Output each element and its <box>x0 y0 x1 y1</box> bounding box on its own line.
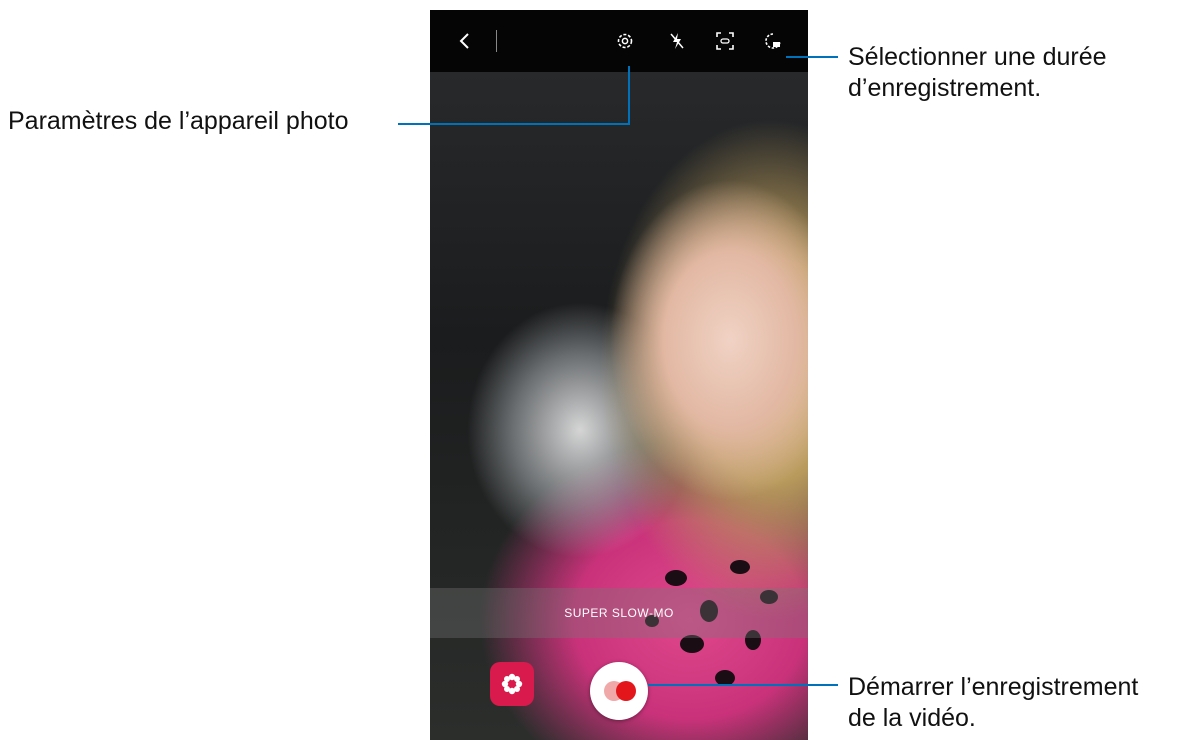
callout-duration-line2: d’enregistrement. <box>848 74 1042 102</box>
callout-duration-line1: Sélectionner une durée <box>848 43 1107 71</box>
callout-start-recording: Démarrer l’enregistrement de la vidéo. <box>848 672 1138 734</box>
callout-record-line2: de la vidéo. <box>848 704 976 732</box>
record-button[interactable] <box>590 662 648 720</box>
flash-off-icon[interactable] <box>664 28 690 54</box>
camera-screen: SUPER SLOW-MO <box>430 10 808 740</box>
effects-button[interactable] <box>490 662 534 706</box>
callout-line-settings-v <box>628 66 630 125</box>
auto-detect-icon[interactable] <box>712 28 738 54</box>
flower-icon <box>501 673 523 695</box>
callout-camera-settings: Paramètres de l’appareil photo <box>8 107 349 135</box>
camera-top-bar <box>430 10 808 72</box>
callout-line-settings-h <box>398 123 630 125</box>
duration-timer-icon[interactable] <box>760 28 786 54</box>
top-bar-divider <box>496 30 497 52</box>
record-dot <box>616 681 636 701</box>
callout-line-duration <box>786 56 838 58</box>
mode-label: SUPER SLOW-MO <box>564 606 674 620</box>
callout-select-duration: Sélectionner une durée d’enregistrement. <box>848 42 1107 104</box>
back-icon[interactable] <box>452 28 478 54</box>
settings-gear-icon[interactable] <box>612 28 638 54</box>
callout-record-line1: Démarrer l’enregistrement <box>848 673 1139 701</box>
callout-line-record <box>648 684 838 686</box>
